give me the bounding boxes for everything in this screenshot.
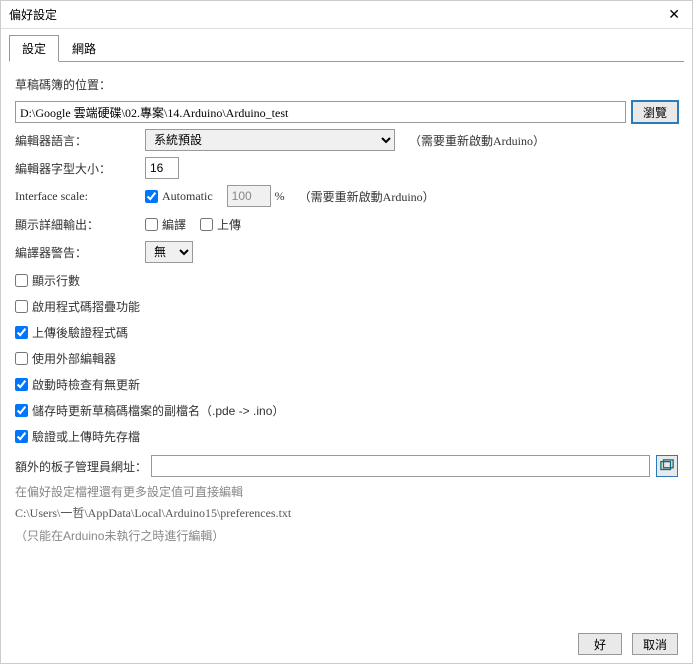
ok-button[interactable]: 好 [578, 633, 622, 655]
update-ext-checkbox[interactable] [15, 404, 28, 417]
language-hint: （需要重新啟動Arduino） [409, 132, 545, 149]
verbose-label: 顯示詳細輸出： [15, 216, 145, 233]
code-folding-checkbox[interactable] [15, 300, 28, 313]
check-updates-label: 啟動時檢查有無更新 [32, 376, 140, 393]
scale-auto-checkbox[interactable] [145, 190, 158, 203]
boards-url-label: 額外的板子管理員網址： [15, 458, 147, 475]
close-icon[interactable]: ✕ [664, 6, 684, 23]
fontsize-label: 編輯器字型大小： [15, 160, 145, 177]
warnings-select[interactable]: 無 [145, 241, 193, 263]
tab-network[interactable]: 網路 [59, 35, 109, 62]
checkbox-group: 顯示行數 啟用程式碼摺疊功能 上傳後驗證程式碼 使用外部編輯器 啟動時檢查有無更… [15, 269, 678, 447]
scale-label: Interface scale: [15, 189, 145, 204]
window-icon [660, 459, 674, 473]
scale-hint: （需要重新啟動Arduino） [299, 188, 435, 205]
boards-url-edit-button[interactable] [656, 455, 678, 477]
scale-auto-label: Automatic [162, 189, 213, 204]
language-label: 編輯器語言： [15, 132, 145, 149]
scale-input [227, 185, 271, 207]
content: 草稿碼簿的位置： 瀏覽 編輯器語言： 系統預設 （需要重新啟動Arduino） … [1, 63, 692, 625]
external-editor-checkbox[interactable] [15, 352, 28, 365]
verbose-compile-checkbox[interactable] [145, 218, 158, 231]
verify-upload-label: 上傳後驗證程式碼 [32, 324, 128, 341]
warnings-label: 編譯器警告： [15, 244, 145, 261]
save-verify-checkbox[interactable] [15, 430, 28, 443]
more-settings-note: 在偏好設定檔裡還有更多設定值可直接編輯 [15, 483, 678, 500]
sketchbook-label: 草稿碼簿的位置： [15, 76, 145, 93]
preferences-window: 偏好設定 ✕ 設定 網路 草稿碼簿的位置： 瀏覽 編輯器語言： 系統預設 （需要… [0, 0, 693, 664]
tab-settings[interactable]: 設定 [9, 35, 59, 62]
prefs-path: C:\Users\一哲\AppData\Local\Arduino15\pref… [15, 504, 678, 521]
window-title: 偏好設定 [9, 6, 57, 23]
update-ext-label: 儲存時更新草稿碼檔案的副檔名（.pde -> .ino） [32, 402, 284, 419]
boards-url-input[interactable] [151, 455, 650, 477]
code-folding-label: 啟用程式碼摺疊功能 [32, 298, 140, 315]
verbose-upload-checkbox[interactable] [200, 218, 213, 231]
save-verify-label: 驗證或上傳時先存檔 [32, 428, 140, 445]
fontsize-input[interactable] [145, 157, 179, 179]
external-editor-label: 使用外部編輯器 [32, 350, 116, 367]
titlebar: 偏好設定 ✕ [1, 1, 692, 29]
verify-upload-checkbox[interactable] [15, 326, 28, 339]
scale-pct: % [275, 189, 285, 204]
show-lines-checkbox[interactable] [15, 274, 28, 287]
tabs: 設定 網路 [1, 29, 692, 62]
language-select[interactable]: 系統預設 [145, 129, 395, 151]
browse-button[interactable]: 瀏覽 [632, 101, 678, 123]
show-lines-label: 顯示行數 [32, 272, 80, 289]
tabs-underline [9, 61, 684, 62]
footer: 好 取消 [1, 625, 692, 663]
edit-warning-note: （只能在Arduino未執行之時進行編輯） [15, 527, 678, 544]
verbose-upload-label: 上傳 [217, 216, 241, 233]
cancel-button[interactable]: 取消 [632, 633, 678, 655]
sketchbook-path-input[interactable] [15, 101, 626, 123]
check-updates-checkbox[interactable] [15, 378, 28, 391]
verbose-compile-label: 編譯 [162, 216, 186, 233]
